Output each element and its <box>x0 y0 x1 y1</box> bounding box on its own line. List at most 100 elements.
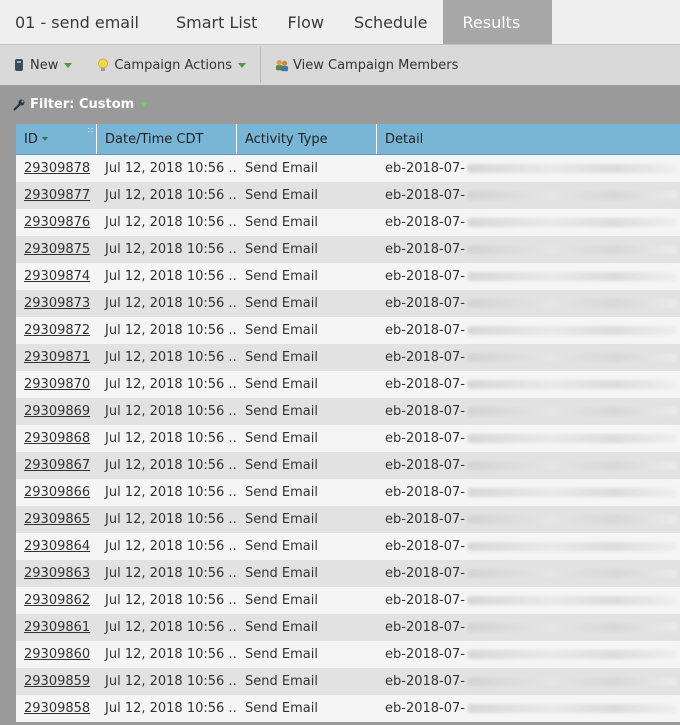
tab-bar: 01 - send email Smart List Flow Schedule… <box>0 0 680 44</box>
cell-datetime: Jul 12, 2018 10:56 ... <box>105 188 237 203</box>
cell-datetime: Jul 12, 2018 10:56 ... <box>105 161 237 176</box>
table-row[interactable]: 29309860 Jul 12, 2018 10:56 ... Send Email… <box>16 641 680 668</box>
cell-detail: eb-2018-07- <box>377 290 680 317</box>
filter-label[interactable]: Filter: Custom <box>30 97 134 112</box>
cell-datetime: Jul 12, 2018 10:56 ... <box>105 269 237 284</box>
lightbulb-icon <box>96 57 110 73</box>
cell-activity-type: Send Email <box>245 296 318 311</box>
cell-detail: eb-2018-07- <box>377 425 680 452</box>
id-link[interactable]: 29309862 <box>24 593 90 608</box>
table-row[interactable]: 29309861 Jul 12, 2018 10:56 ... Send Email… <box>16 614 680 641</box>
toolbar-divider <box>260 47 262 83</box>
table-row[interactable]: 29309875 Jul 12, 2018 10:56 ... Send Email… <box>16 236 680 263</box>
table-row[interactable]: 29309867 Jul 12, 2018 10:56 ... Send Email… <box>16 452 680 479</box>
id-link[interactable]: 29309866 <box>24 485 90 500</box>
id-link[interactable]: 29309877 <box>24 188 90 203</box>
cell-activity-type: Send Email <box>245 377 318 392</box>
table-row[interactable]: 29309858 Jul 12, 2018 10:56 ... Send Email… <box>16 695 680 722</box>
tab-schedule[interactable]: Schedule <box>339 0 443 44</box>
redacted-text <box>466 218 677 227</box>
redacted-text <box>466 488 677 497</box>
cell-datetime: Jul 12, 2018 10:56 ... <box>105 215 237 230</box>
chevron-down-icon[interactable] <box>140 102 149 107</box>
table-row[interactable]: 29309865 Jul 12, 2018 10:56 ... Send Email… <box>16 506 680 533</box>
table-row[interactable]: 29309874 Jul 12, 2018 10:56 ... Send Email… <box>16 263 680 290</box>
new-label: New <box>30 57 59 73</box>
id-link[interactable]: 29309870 <box>24 377 90 392</box>
table-row[interactable]: 29309862 Jul 12, 2018 10:56 ... Send Email… <box>16 587 680 614</box>
campaign-actions-button[interactable]: Campaign Actions <box>84 45 258 85</box>
cell-activity-type: Send Email <box>245 647 318 662</box>
tab-results[interactable]: Results <box>442 0 553 44</box>
redacted-text <box>466 272 677 281</box>
table-row[interactable]: 29309868 Jul 12, 2018 10:56 ... Send Email… <box>16 425 680 452</box>
cell-activity-type: Send Email <box>245 674 318 689</box>
column-menu-icon[interactable]: ∷ <box>88 126 93 135</box>
redacted-text <box>466 515 677 524</box>
id-link[interactable]: 29309858 <box>24 701 90 716</box>
id-link[interactable]: 29309869 <box>24 404 90 419</box>
id-link[interactable]: 29309864 <box>24 539 90 554</box>
id-link[interactable]: 29309860 <box>24 647 90 662</box>
id-link[interactable]: 29309876 <box>24 215 90 230</box>
id-link[interactable]: 29309875 <box>24 242 90 257</box>
redacted-text <box>466 704 677 713</box>
redacted-text <box>466 623 677 632</box>
id-link[interactable]: 29309867 <box>24 458 90 473</box>
id-link[interactable]: 29309873 <box>24 296 90 311</box>
table-row[interactable]: 29309873 Jul 12, 2018 10:56 ... Send Email… <box>16 290 680 317</box>
id-link[interactable]: 29309874 <box>24 269 90 284</box>
table-row[interactable]: 29309870 Jul 12, 2018 10:56 ... Send Email… <box>16 371 680 398</box>
id-link[interactable]: 29309868 <box>24 431 90 446</box>
view-campaign-members-button[interactable]: View Campaign Members <box>263 45 470 85</box>
column-header-activity-type[interactable]: Activity Type <box>237 124 377 154</box>
id-link[interactable]: 29309859 <box>24 674 90 689</box>
redacted-text <box>466 164 677 173</box>
cell-datetime: Jul 12, 2018 10:56 ... <box>105 539 237 554</box>
cell-datetime: Jul 12, 2018 10:56 ... <box>105 485 237 500</box>
people-icon <box>275 57 289 73</box>
table-row[interactable]: 29309869 Jul 12, 2018 10:56 ... Send Email… <box>16 398 680 425</box>
cell-id: 29309869 <box>16 398 97 425</box>
id-link[interactable]: 29309878 <box>24 161 90 176</box>
tab-campaign[interactable]: 01 - send email <box>0 0 161 44</box>
sort-desc-icon <box>41 137 48 141</box>
redacted-text <box>466 380 677 389</box>
table-row[interactable]: 29309864 Jul 12, 2018 10:56 ... Send Email… <box>16 533 680 560</box>
cell-id: 29309859 <box>16 668 97 695</box>
table-row[interactable]: 29309877 Jul 12, 2018 10:56 ... Send Email… <box>16 182 680 209</box>
id-link[interactable]: 29309863 <box>24 566 90 581</box>
id-link[interactable]: 29309865 <box>24 512 90 527</box>
cell-detail: eb-2018-07- <box>377 182 680 209</box>
tab-smart-list[interactable]: Smart List <box>161 0 272 44</box>
table-row[interactable]: 29309863 Jul 12, 2018 10:56 ... Send Email… <box>16 560 680 587</box>
column-header-datetime[interactable]: Date/Time CDT <box>97 124 237 154</box>
cell-detail: eb-2018-07- <box>377 587 680 614</box>
detail-text: eb-2018-07- <box>385 674 465 689</box>
id-link[interactable]: 29309872 <box>24 323 90 338</box>
table-row[interactable]: 29309859 Jul 12, 2018 10:56 ... Send Email… <box>16 668 680 695</box>
cell-activity-type: Send Email <box>245 539 318 554</box>
table-row[interactable]: 29309878 Jul 12, 2018 10:56 ... Send Email… <box>16 155 680 182</box>
column-header-detail[interactable]: Detail <box>377 124 680 154</box>
cell-detail: eb-2018-07- <box>377 479 680 506</box>
redacted-text <box>466 191 677 200</box>
cell-id: 29309858 <box>16 695 97 722</box>
chevron-down-icon <box>64 62 73 68</box>
tab-flow[interactable]: Flow <box>272 0 339 44</box>
toolbar: New Campaign Actions View Campaign Membe… <box>0 44 680 85</box>
new-button[interactable]: New <box>0 45 84 85</box>
table-row[interactable]: 29309872 Jul 12, 2018 10:56 ... Send Email… <box>16 317 680 344</box>
cell-id: 29309860 <box>16 641 97 668</box>
column-header-id[interactable]: ID ∷ <box>16 124 97 154</box>
id-link[interactable]: 29309871 <box>24 350 90 365</box>
cell-detail: eb-2018-07- <box>377 344 680 371</box>
cell-datetime: Jul 12, 2018 10:56 ... <box>105 431 237 446</box>
cell-detail: eb-2018-07- <box>377 641 680 668</box>
table-row[interactable]: 29309866 Jul 12, 2018 10:56 ... Send Email… <box>16 479 680 506</box>
new-icon <box>12 57 26 73</box>
table-row[interactable]: 29309871 Jul 12, 2018 10:56 ... Send Email… <box>16 344 680 371</box>
table-row[interactable]: 29309876 Jul 12, 2018 10:56 ... Send Email… <box>16 209 680 236</box>
id-link[interactable]: 29309861 <box>24 620 90 635</box>
cell-datetime: Jul 12, 2018 10:56 ... <box>105 566 237 581</box>
